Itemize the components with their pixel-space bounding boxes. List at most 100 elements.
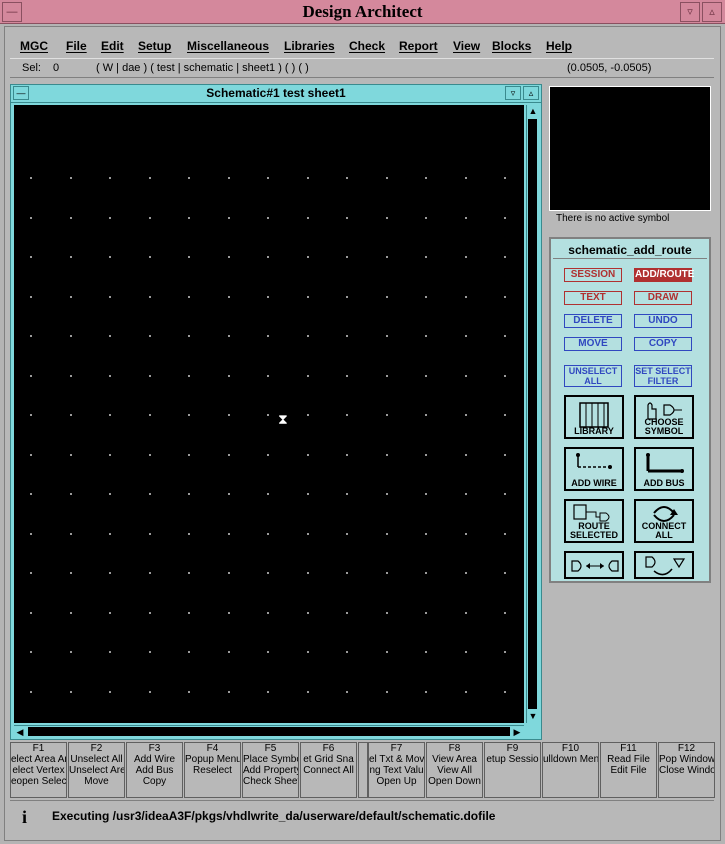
text-button[interactable]: TEXT bbox=[564, 291, 622, 305]
library-button[interactable]: LIBRARY bbox=[564, 395, 624, 439]
draw-button[interactable]: DRAW bbox=[634, 291, 692, 305]
grid-dot bbox=[109, 177, 111, 179]
grid-dot bbox=[228, 454, 230, 456]
grid-dot bbox=[109, 454, 111, 456]
grid-dot bbox=[228, 256, 230, 258]
connect-symbols-button[interactable] bbox=[564, 551, 624, 579]
grid-dot bbox=[504, 612, 506, 614]
fkey-f2[interactable]: F2 Unselect All Unselect Are Move bbox=[68, 742, 125, 798]
menu-mgc[interactable]: MGC bbox=[20, 39, 48, 53]
fkey-f8[interactable]: F8 View Area View All Open Down bbox=[426, 742, 483, 798]
fkey-f5[interactable]: F5 Place Symbo Add Property Check Sheet bbox=[242, 742, 299, 798]
grid-dot bbox=[386, 335, 388, 337]
add-bus-button[interactable]: ADD BUS bbox=[634, 447, 694, 491]
menu-view[interactable]: View bbox=[453, 39, 480, 53]
grid-dot bbox=[307, 572, 309, 574]
grid-dot bbox=[465, 414, 467, 416]
grid-dot bbox=[465, 177, 467, 179]
grid-dot bbox=[346, 533, 348, 535]
grid-dot bbox=[504, 296, 506, 298]
grid-dot bbox=[386, 296, 388, 298]
menu-miscellaneous[interactable]: Miscellaneous bbox=[187, 39, 269, 53]
scroll-up-icon[interactable]: ▲ bbox=[527, 105, 539, 117]
copy-button[interactable]: COPY bbox=[634, 337, 692, 351]
grid-dot bbox=[70, 572, 72, 574]
minimize-icon[interactable]: ▿ bbox=[680, 2, 700, 22]
schematic-canvas[interactable]: ⧗ bbox=[14, 105, 524, 723]
horizontal-scroll-thumb[interactable] bbox=[28, 727, 510, 736]
grid-dot bbox=[70, 177, 72, 179]
grid-dot bbox=[30, 533, 32, 535]
scroll-left-icon[interactable]: ◀ bbox=[14, 726, 26, 738]
rotate-symbol-button[interactable] bbox=[634, 551, 694, 579]
set-select-filter-button[interactable]: SET SELECT FILTER bbox=[634, 365, 692, 387]
menu-help[interactable]: Help bbox=[546, 39, 572, 53]
vertical-scroll-thumb[interactable] bbox=[528, 119, 537, 709]
grid-dot bbox=[109, 414, 111, 416]
vertical-scrollbar[interactable]: ▲ ▼ bbox=[526, 105, 539, 723]
connect-all-button[interactable]: CONNECT ALL bbox=[634, 499, 694, 543]
fkey-f3[interactable]: F3 Add Wire Add Bus Copy bbox=[126, 742, 183, 798]
fkey-f6[interactable]: F6 et Grid Sna Connect All bbox=[300, 742, 357, 798]
menu-bar: MGC File Edit Setup Miscellaneous Librar… bbox=[10, 36, 714, 58]
grid-dot bbox=[149, 533, 151, 535]
add-route-button[interactable]: ADD/ROUTE bbox=[634, 268, 694, 282]
grid-dot bbox=[386, 375, 388, 377]
fkey-f11[interactable]: F11 Read File Edit File bbox=[600, 742, 657, 798]
grid-dot bbox=[267, 375, 269, 377]
grid-dot bbox=[188, 612, 190, 614]
grid-dot bbox=[70, 533, 72, 535]
title-bar: — Design Architect ▿ ▵ bbox=[0, 0, 725, 24]
grid-dot bbox=[188, 493, 190, 495]
palette-title: schematic_add_route bbox=[553, 241, 707, 259]
scroll-down-icon[interactable]: ▼ bbox=[527, 710, 539, 722]
grid-dot bbox=[267, 572, 269, 574]
menu-file[interactable]: File bbox=[66, 39, 87, 53]
menu-check[interactable]: Check bbox=[349, 39, 385, 53]
maximize-icon[interactable]: ▵ bbox=[523, 86, 539, 100]
menu-libraries[interactable]: Libraries bbox=[284, 39, 335, 53]
grid-dot bbox=[149, 335, 151, 337]
menu-blocks[interactable]: Blocks bbox=[492, 39, 531, 53]
grid-dot bbox=[386, 533, 388, 535]
fkey-f12[interactable]: F12Pop WindowClose Window bbox=[658, 742, 715, 798]
undo-button[interactable]: UNDO bbox=[634, 314, 692, 328]
message-text: Executing /usr3/ideaA3F/pkgs/vhdlwrite_d… bbox=[52, 809, 496, 823]
route-selected-button[interactable]: ROUTE SELECTED bbox=[564, 499, 624, 543]
fkey-f1[interactable]: F1 elect Area An elect Vertex eopen Selec bbox=[10, 742, 67, 798]
menu-report[interactable]: Report bbox=[399, 39, 438, 53]
grid-dot bbox=[267, 296, 269, 298]
fkey-f4[interactable]: F4 Popup Menu Reselect bbox=[184, 742, 241, 798]
menu-edit[interactable]: Edit bbox=[101, 39, 124, 53]
schematic-title-bar: — Schematic#1 test sheet1 ▿ ▵ bbox=[11, 85, 541, 103]
fkey-f10[interactable]: F10 ulldown Men bbox=[542, 742, 599, 798]
fkey-f7[interactable]: F7 el Txt & Mov ng Text Valu Open Up bbox=[368, 742, 425, 798]
maximize-icon[interactable]: ▵ bbox=[702, 2, 722, 22]
move-button[interactable]: MOVE bbox=[564, 337, 622, 351]
choose-symbol-button[interactable]: CHOOSE SYMBOL bbox=[634, 395, 694, 439]
add-wire-button[interactable]: ADD WIRE bbox=[564, 447, 624, 491]
grid-dot bbox=[425, 375, 427, 377]
add-bus-label: ADD BUS bbox=[643, 478, 685, 488]
grid-dot bbox=[188, 375, 190, 377]
grid-dot bbox=[30, 612, 32, 614]
horizontal-scrollbar[interactable]: ◀ ▶ bbox=[14, 725, 524, 738]
hourglass-cursor-icon: ⧗ bbox=[278, 411, 288, 427]
grid-dot bbox=[188, 296, 190, 298]
grid-dot bbox=[307, 335, 309, 337]
menu-setup[interactable]: Setup bbox=[138, 39, 171, 53]
scroll-right-icon[interactable]: ▶ bbox=[511, 726, 523, 738]
unselect-all-button[interactable]: UNSELECT ALL bbox=[564, 365, 622, 387]
grid-dot bbox=[228, 177, 230, 179]
grid-dot bbox=[188, 256, 190, 258]
minimize-icon[interactable]: ▿ bbox=[505, 86, 521, 100]
grid-dot bbox=[109, 375, 111, 377]
grid-dot bbox=[30, 493, 32, 495]
grid-dot bbox=[346, 572, 348, 574]
fkey-f9[interactable]: F9 etup Sessio bbox=[484, 742, 541, 798]
grid-dot bbox=[149, 691, 151, 693]
grid-dot bbox=[346, 177, 348, 179]
session-button[interactable]: SESSION bbox=[564, 268, 622, 282]
delete-button[interactable]: DELETE bbox=[564, 314, 622, 328]
grid-dot bbox=[386, 177, 388, 179]
